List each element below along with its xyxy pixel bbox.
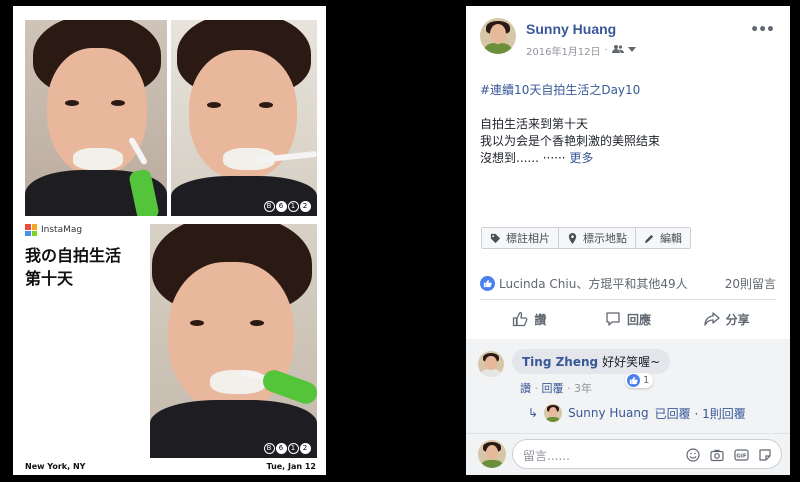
post-body: #連續10天自拍生活之Day10 自拍生活来到第十天 我以为会是个香艳刺激的美照… bbox=[480, 82, 776, 167]
collage-date: Tue, Jan 12 bbox=[266, 462, 316, 471]
current-user-avatar bbox=[478, 440, 506, 468]
edit-button[interactable]: 編輯 bbox=[636, 228, 690, 248]
selfie-photo-1 bbox=[25, 20, 167, 216]
collage-title-line-2: 第十天 bbox=[25, 269, 74, 288]
comment-reply-link[interactable]: 回覆 bbox=[542, 382, 564, 395]
comment-button[interactable]: 回應 bbox=[579, 304, 678, 334]
comments-count-link[interactable]: 20則留言 bbox=[725, 275, 776, 292]
hashtag-link[interactable]: #連續10天自拍生活之Day10 bbox=[480, 82, 776, 99]
see-more-link[interactable]: 更多 bbox=[569, 151, 593, 165]
instamag-logo-icon bbox=[25, 224, 37, 236]
reply-arrow-icon: ↳ bbox=[528, 406, 539, 420]
comment-actions: 讚 · 回覆 · 3年 bbox=[520, 382, 592, 395]
comment-input[interactable]: 留言...... GIF bbox=[512, 439, 782, 469]
replies-summary[interactable]: ↳ Sunny Huang 已回覆 · 1則回覆 bbox=[528, 404, 746, 422]
comment-like-link[interactable]: 讚 bbox=[520, 382, 531, 395]
collage-title: 我の自拍生活 第十天 bbox=[25, 244, 155, 290]
tag-photo-button[interactable]: 標註相片 bbox=[482, 228, 559, 248]
composer-icons: GIF bbox=[685, 440, 773, 470]
post-line-3: 沒想到...... ······ 更多 bbox=[480, 151, 594, 165]
instamag-brand: InstaMag bbox=[25, 224, 82, 236]
collage-title-line-1: 我の自拍生活 bbox=[25, 246, 122, 265]
instamag-brand-name: InstaMag bbox=[41, 225, 83, 235]
share-icon bbox=[704, 312, 720, 326]
post-photo[interactable]: B612 B612 InstaMag 我の自拍生活 第十天 New York, … bbox=[13, 6, 326, 475]
reply-author-avatar bbox=[544, 404, 563, 422]
comment-icon bbox=[606, 312, 620, 326]
location-pin-icon bbox=[568, 232, 577, 244]
commenter-avatar[interactable] bbox=[478, 351, 504, 377]
photo-counter-badge-2: B612 bbox=[263, 443, 311, 454]
selfie-photo-3: B612 bbox=[150, 224, 317, 458]
friends-icon[interactable] bbox=[611, 44, 624, 57]
divider bbox=[480, 299, 776, 300]
thumbs-up-icon bbox=[513, 311, 528, 327]
author-avatar[interactable] bbox=[480, 18, 516, 54]
photo-counter-badge: B612 bbox=[263, 201, 311, 212]
like-reaction-icon bbox=[480, 275, 495, 291]
photo-tag-actions: 標註相片 標示地點 編輯 bbox=[481, 227, 691, 249]
comment-composer: 留言...... GIF bbox=[466, 433, 790, 475]
post-meta: 2016年1月12日 · bbox=[526, 43, 636, 58]
sticker-icon[interactable] bbox=[757, 447, 773, 463]
comment-author-link[interactable]: Ting Zheng bbox=[522, 355, 598, 369]
camera-icon[interactable] bbox=[709, 447, 725, 463]
comment-text: 好好笑喔~ bbox=[602, 355, 661, 369]
post-action-bar: 讚 回應 分享 bbox=[480, 304, 776, 334]
post-date-link[interactable]: 2016年1月12日 bbox=[526, 43, 601, 58]
share-button[interactable]: 分享 bbox=[677, 304, 776, 334]
more-options-icon[interactable]: ••• bbox=[750, 22, 775, 38]
reply-summary-text: 已回覆 · 1則回覆 bbox=[654, 406, 746, 421]
tag-icon bbox=[490, 233, 501, 243]
author-name-link[interactable]: Sunny Huang bbox=[526, 21, 616, 37]
add-location-button[interactable]: 標示地點 bbox=[559, 228, 636, 248]
like-reaction-icon bbox=[627, 374, 640, 387]
reactions-names-link[interactable]: Lucinda Chiu、方琨平和其他49人 bbox=[499, 275, 688, 292]
pencil-icon bbox=[644, 234, 654, 243]
comment-bubble: Ting Zheng 好好笑喔~ bbox=[512, 349, 671, 374]
reactions-summary: Lucinda Chiu、方琨平和其他49人 20則留言 bbox=[480, 272, 776, 294]
post-header: Sunny Huang 2016年1月12日 · ••• bbox=[480, 18, 780, 60]
like-button[interactable]: 讚 bbox=[480, 304, 579, 334]
post-line-1: 自拍生活来到第十天 bbox=[480, 117, 589, 131]
comment-time: 3年 bbox=[574, 382, 592, 395]
post-line-2: 我以为会是个香艳刺激的美照结束 bbox=[480, 134, 661, 148]
chevron-down-icon[interactable] bbox=[627, 45, 636, 56]
reply-author: Sunny Huang bbox=[568, 406, 649, 420]
gif-icon[interactable]: GIF bbox=[733, 447, 749, 463]
selfie-photo-2: B612 bbox=[171, 20, 317, 216]
facebook-post-panel: Sunny Huang 2016年1月12日 · ••• #連續10天自拍生活之… bbox=[466, 6, 790, 475]
collage-location: New York, NY bbox=[25, 462, 86, 471]
svg-text:GIF: GIF bbox=[736, 454, 747, 460]
comment-like-count[interactable]: 1 bbox=[625, 373, 654, 388]
emoji-icon[interactable] bbox=[685, 447, 701, 463]
